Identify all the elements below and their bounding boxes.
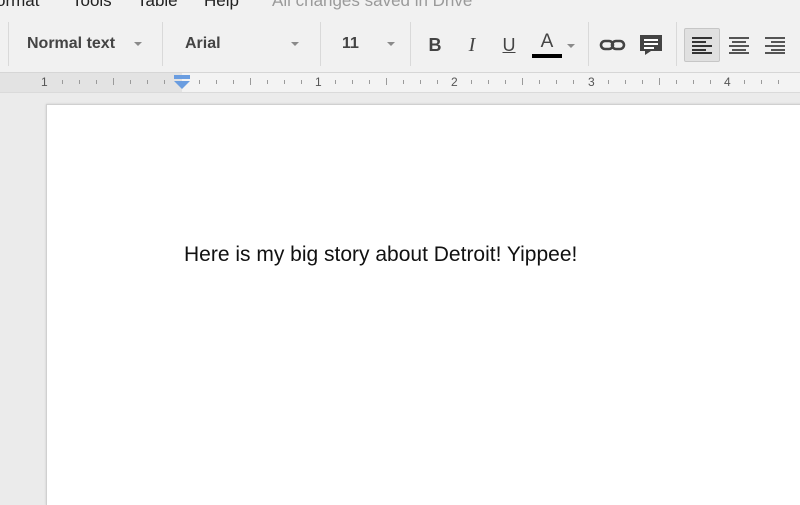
ruler-tick — [113, 78, 114, 85]
ruler-tick — [216, 80, 217, 84]
style-dropdown-value: Normal text — [27, 35, 116, 52]
font-dropdown-value: Arial — [185, 35, 221, 52]
ruler-tick — [79, 80, 80, 84]
text-color-icon: A — [540, 30, 554, 52]
ruler-tick — [335, 80, 336, 84]
ruler-tick — [556, 80, 557, 84]
ruler[interactable]: 1 1 2 3 4 — [0, 73, 800, 93]
italic-icon: I — [468, 33, 476, 56]
toolbar-separator — [8, 22, 9, 66]
font-size-dropdown[interactable]: 11 — [342, 30, 402, 58]
ruler-tick — [625, 80, 626, 84]
text-color-swatch — [532, 53, 562, 58]
italic-button[interactable]: I — [457, 30, 487, 60]
ruler-tick — [352, 80, 353, 84]
ruler-tick — [573, 80, 574, 84]
font-dropdown[interactable]: Arial — [185, 30, 305, 58]
ruler-tick — [233, 80, 234, 84]
caret-down-icon — [134, 42, 142, 46]
ruler-margin — [0, 73, 182, 92]
link-icon — [599, 39, 626, 51]
ruler-tick — [488, 80, 489, 84]
font-size-value: 11 — [342, 35, 359, 52]
ruler-tick — [96, 80, 97, 84]
ruler-tick — [693, 80, 694, 84]
align-left-button[interactable] — [684, 28, 720, 62]
ruler-tick — [250, 78, 251, 85]
ruler-tick — [199, 80, 200, 84]
ruler-label: 3 — [588, 75, 595, 89]
comment-icon — [640, 35, 662, 55]
menu-tools[interactable]: Tools — [72, 0, 112, 11]
ruler-tick — [369, 80, 370, 84]
ruler-label: 1 — [315, 75, 322, 89]
ruler-tick — [659, 78, 660, 85]
menu-format[interactable]: ormat — [0, 0, 39, 11]
ruler-tick — [267, 80, 268, 84]
toolbar-separator — [162, 22, 163, 66]
ruler-tick — [301, 80, 302, 84]
ruler-tick — [386, 78, 387, 85]
bold-button[interactable]: B — [420, 30, 450, 60]
align-left-icon — [692, 37, 712, 54]
ruler-tick — [539, 80, 540, 84]
ruler-tick — [130, 80, 131, 84]
align-center-button[interactable] — [724, 30, 754, 60]
underline-icon: U — [502, 34, 516, 55]
style-dropdown[interactable]: Normal text — [27, 30, 147, 58]
ruler-tick — [676, 80, 677, 84]
align-center-icon — [729, 37, 749, 54]
ruler-label: 2 — [451, 75, 458, 89]
ruler-tick — [778, 80, 779, 84]
document-page[interactable]: Here is my big story about Detroit! Yipp… — [46, 104, 800, 505]
ruler-tick — [147, 80, 148, 84]
ruler-tick — [710, 80, 711, 84]
bold-icon: B — [428, 34, 442, 55]
ruler-tick — [744, 80, 745, 84]
ruler-tick — [437, 80, 438, 84]
ruler-tick — [62, 80, 63, 84]
ruler-tick — [403, 80, 404, 84]
menu-bar: ormat Tools Table Help All changes saved… — [0, 0, 800, 16]
ruler-tick — [505, 80, 506, 84]
toolbar-separator — [410, 22, 411, 66]
menu-help[interactable]: Help — [204, 0, 239, 11]
ruler-tick — [642, 80, 643, 84]
ruler-tick — [608, 80, 609, 84]
align-right-button[interactable] — [760, 30, 790, 60]
insert-comment-button[interactable] — [636, 30, 666, 60]
caret-down-icon — [291, 42, 299, 46]
ruler-tick — [471, 80, 472, 84]
toolbar: Normal text Arial 11 B I U A — [0, 16, 800, 73]
ruler-label: 1 — [41, 75, 48, 89]
underline-button[interactable]: U — [494, 30, 524, 60]
caret-down-icon — [387, 42, 395, 46]
ruler-tick — [420, 80, 421, 84]
save-status[interactable]: All changes saved in Drive — [272, 0, 472, 11]
ruler-tick — [761, 80, 762, 84]
document-body-text[interactable]: Here is my big story about Detroit! Yipp… — [184, 243, 577, 267]
insert-link-button[interactable] — [598, 30, 628, 60]
indent-marker-icon[interactable] — [174, 75, 190, 89]
text-color-button[interactable]: A — [530, 30, 564, 60]
toolbar-separator — [320, 22, 321, 66]
toolbar-separator — [676, 22, 677, 66]
toolbar-separator — [588, 22, 589, 66]
ruler-tick — [522, 78, 523, 85]
menu-table[interactable]: Table — [137, 0, 178, 11]
ruler-label: 4 — [724, 75, 731, 89]
ruler-tick — [284, 80, 285, 84]
caret-down-icon[interactable] — [567, 44, 575, 48]
align-right-icon — [765, 37, 785, 54]
ruler-tick — [164, 80, 165, 84]
